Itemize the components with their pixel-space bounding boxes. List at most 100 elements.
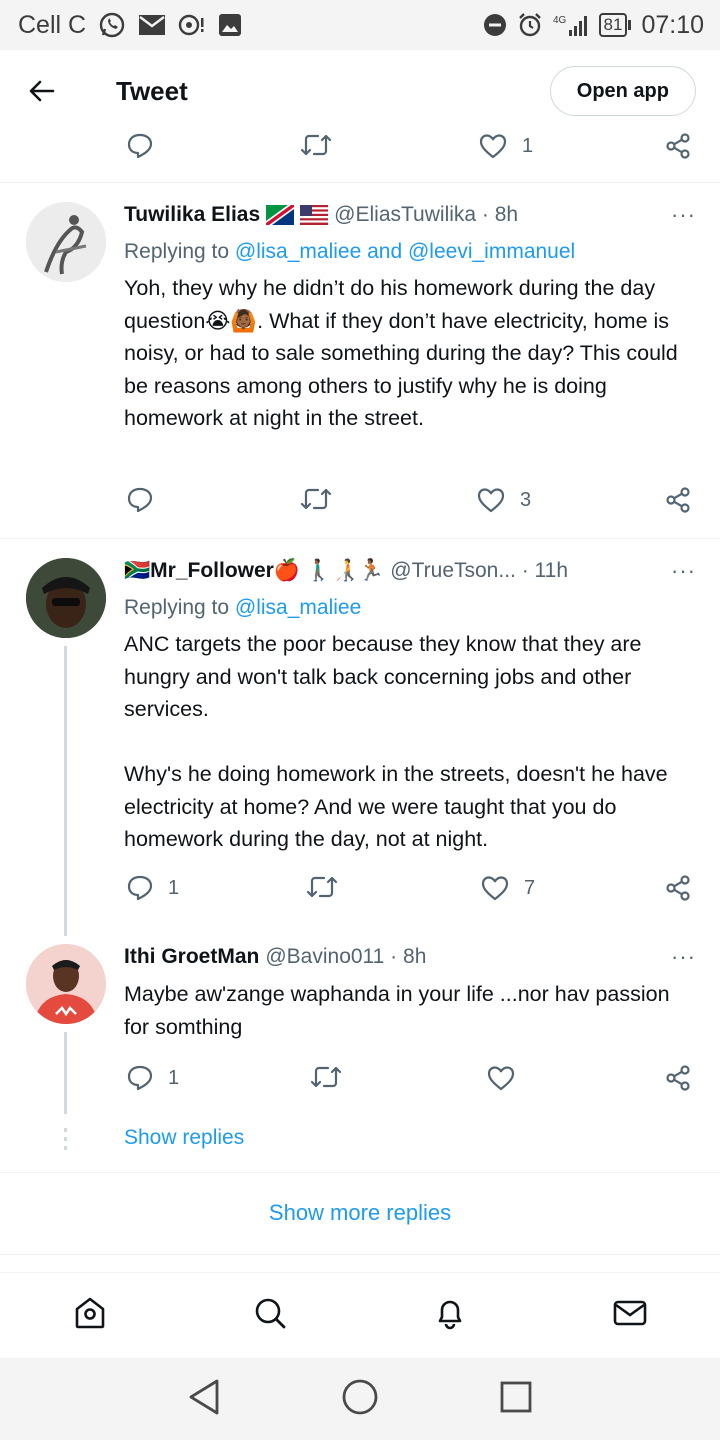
recents-square-icon <box>500 1381 532 1412</box>
reply-count: 1 <box>168 876 180 899</box>
tweet-header: 🇿🇦 Mr_Follower 🍎 🚶🏾‍♂️🧑‍🦯🏃🏾 @TrueTson...… <box>124 558 696 584</box>
retweet-icon <box>300 134 332 156</box>
mail-icon <box>138 14 166 36</box>
notifications-bell-icon <box>438 1300 462 1330</box>
namibia-flag-icon <box>266 205 295 225</box>
name-emoji-prefix: 🇿🇦 <box>124 559 151 582</box>
like-count: 3 <box>520 488 532 511</box>
avatar[interactable] <box>26 558 106 638</box>
system-back-button[interactable] <box>187 1378 221 1421</box>
reply-icon <box>127 133 153 159</box>
bottom-nav <box>0 1272 720 1358</box>
replying-to: Replying to @lisa_maliee <box>124 596 361 620</box>
replying-to-link[interactable]: @lisa_maliee <box>235 596 361 619</box>
handle: @Bavino011 · 8h <box>265 945 427 968</box>
alarm-icon <box>517 12 543 38</box>
retweet-icon <box>306 876 338 898</box>
share-button[interactable] <box>664 1064 692 1092</box>
share-icon <box>666 487 690 513</box>
thread-dots <box>64 1128 67 1155</box>
replying-to-link[interactable]: @lisa_maliee and @leevi_immanuel <box>235 240 575 263</box>
replying-prefix: Replying to <box>124 596 235 619</box>
retweet-icon <box>310 1066 342 1088</box>
more-options-icon[interactable]: ··· <box>671 558 696 584</box>
like-button[interactable]: 3 <box>476 486 531 514</box>
home-icon <box>75 1297 105 1329</box>
share-icon <box>666 875 690 901</box>
share-icon <box>666 1065 690 1091</box>
messages-envelope-icon <box>613 1300 647 1326</box>
nav-messages-button[interactable] <box>612 1295 648 1336</box>
tweet-text: Yoh, they why he didn’t do his homework … <box>124 276 678 430</box>
nav-notifications-button[interactable] <box>432 1295 468 1336</box>
divider <box>0 538 720 539</box>
like-button[interactable]: 7 <box>480 874 535 902</box>
dnd-icon <box>483 13 507 37</box>
show-replies-link[interactable]: Show replies <box>124 1126 244 1150</box>
tweet-header: Tuwilika Elias @EliasTuwilika · 8h ··· <box>124 202 696 228</box>
back-button[interactable] <box>0 50 84 132</box>
back-arrow-icon <box>29 80 55 102</box>
nav-search-button[interactable] <box>252 1295 288 1336</box>
share-icon <box>666 133 690 159</box>
carrier-label: Cell C <box>18 10 87 39</box>
heart-icon <box>481 876 509 901</box>
reply-button[interactable] <box>126 486 168 514</box>
retweet-button[interactable] <box>300 486 332 512</box>
usa-flag-icon <box>300 205 329 225</box>
thread-line <box>64 646 67 936</box>
like-button[interactable] <box>486 1064 530 1092</box>
replying-to: Replying to @lisa_maliee and @leevi_imma… <box>124 240 575 264</box>
retweet-button[interactable] <box>310 1064 342 1090</box>
reply-icon <box>127 487 153 513</box>
battery-level: 81 <box>598 13 628 37</box>
search-icon <box>255 1298 286 1329</box>
tweet-actions: 3 <box>124 480 696 524</box>
handle: @EliasTuwilika · 8h <box>334 203 519 226</box>
retweet-button[interactable] <box>300 132 332 158</box>
heart-icon <box>487 1066 515 1091</box>
like-button[interactable]: 1 <box>478 132 533 160</box>
reply-button[interactable]: 1 <box>126 1064 179 1092</box>
like-count: 7 <box>524 876 536 899</box>
tweet-actions: 1 <box>124 126 696 170</box>
gallery-icon <box>218 13 242 37</box>
more-options-icon[interactable]: ··· <box>671 202 696 228</box>
open-app-button[interactable]: Open app <box>549 66 696 116</box>
tweet-text: Maybe aw'zange waphanda in your life ...… <box>124 982 670 1039</box>
share-button[interactable] <box>664 132 692 160</box>
tweet-actions: 1 <box>124 1058 696 1102</box>
system-recents-button[interactable] <box>499 1380 533 1419</box>
display-name[interactable]: Ithi GroetMan <box>124 945 259 969</box>
home-circle-icon <box>342 1379 378 1414</box>
reply-button[interactable]: 1 <box>126 874 179 902</box>
display-name[interactable]: Mr_Follower <box>150 559 274 583</box>
system-home-button[interactable] <box>341 1378 379 1421</box>
avatar[interactable] <box>26 944 106 1024</box>
handle: @TrueTson... · 11h <box>390 559 569 582</box>
system-nav-bar <box>0 1358 720 1440</box>
tweet-text: ANC targets the poor because they know t… <box>124 632 668 851</box>
like-count: 1 <box>522 134 534 157</box>
nav-home-button[interactable] <box>72 1295 108 1336</box>
avatar[interactable] <box>26 202 106 282</box>
share-button[interactable] <box>664 874 692 902</box>
more-options-icon[interactable]: ··· <box>671 944 696 970</box>
name-emoji-suffix: 🍎 🚶🏾‍♂️🧑‍🦯🏃🏾 <box>273 559 385 582</box>
reply-icon <box>127 875 153 901</box>
replying-prefix: Replying to <box>124 240 235 263</box>
tweet-header: Ithi GroetMan @Bavino011 · 8h ··· <box>124 944 696 970</box>
reply-button[interactable] <box>126 132 154 160</box>
hotspot-icon <box>178 13 206 37</box>
svg-text:4G: 4G <box>553 15 567 26</box>
display-name[interactable]: Tuwilika Elias <box>124 203 260 227</box>
status-bar: Cell C 4G 81 07:10 <box>0 0 720 50</box>
retweet-button[interactable] <box>306 874 338 900</box>
back-triangle-icon <box>189 1379 219 1414</box>
share-button[interactable] <box>664 486 692 514</box>
retweet-icon <box>300 488 332 510</box>
show-more-replies-link[interactable]: Show more replies <box>0 1178 720 1248</box>
clock: 07:10 <box>641 10 704 39</box>
divider <box>0 1254 720 1255</box>
heart-icon <box>477 488 505 513</box>
